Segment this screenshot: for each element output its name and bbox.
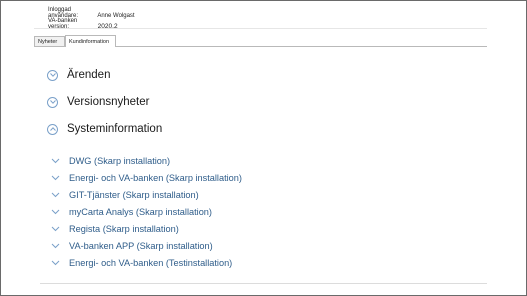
- section-arenden-title: Ärenden: [67, 69, 111, 81]
- chevron-down-icon: [51, 243, 60, 249]
- list-item[interactable]: DWG (Skarp installation): [51, 156, 170, 166]
- tab-nyheter[interactable]: Nyheter: [34, 36, 65, 46]
- list-item[interactable]: Energi- och VA-banken (Skarp installatio…: [51, 173, 242, 183]
- list-item-label: Energi- och VA-banken (Skarp installatio…: [69, 173, 242, 183]
- section-versionsnyheter-title: Versionsnyheter: [67, 96, 150, 108]
- chevron-down-icon: [51, 192, 60, 198]
- chevron-up-circle-icon: [47, 123, 58, 135]
- list-item[interactable]: Energi- och VA-banken (Testinstallation): [51, 258, 232, 268]
- list-item[interactable]: Regista (Skarp installation): [51, 224, 179, 234]
- list-item-label: GIT-Tjänster (Skarp installation): [69, 190, 199, 200]
- chevron-down-icon: [51, 260, 60, 266]
- list-item[interactable]: VA-banken APP (Skarp installation): [51, 241, 213, 251]
- list-item[interactable]: GIT-Tjänster (Skarp installation): [51, 190, 199, 200]
- section-arenden[interactable]: Ärenden: [47, 69, 110, 81]
- chevron-down-icon: [51, 209, 60, 215]
- content-bottom-divider: [40, 283, 487, 284]
- tab-bar: Nyheter Kundinformation: [34, 34, 487, 47]
- list-item-label: VA-banken APP (Skarp installation): [69, 241, 213, 251]
- tab-kundinformation[interactable]: Kundinformation: [65, 35, 116, 47]
- list-item-label: DWG (Skarp installation): [69, 156, 171, 166]
- section-systeminformation[interactable]: Systeminformation: [47, 123, 162, 135]
- tab-nyheter-label: Nyheter: [38, 39, 58, 45]
- chevron-down-circle-icon: [47, 69, 58, 81]
- chevron-down-circle-icon: [47, 96, 58, 108]
- section-versionsnyheter[interactable]: Versionsnyheter: [47, 96, 149, 108]
- chevron-down-icon: [51, 226, 60, 232]
- list-item-label: Energi- och VA-banken (Testinstallation): [69, 258, 233, 268]
- chevron-down-icon: [51, 175, 60, 181]
- list-item-label: myCarta Analys (Skarp installation): [69, 207, 212, 217]
- list-item-label: Regista (Skarp installation): [69, 224, 179, 234]
- tab-kundinformation-label: Kundinformation: [69, 39, 110, 45]
- header-divider: [34, 28, 487, 29]
- list-item[interactable]: myCarta Analys (Skarp installation): [51, 207, 212, 217]
- section-systeminformation-title: Systeminformation: [67, 123, 163, 135]
- chevron-down-icon: [51, 158, 60, 164]
